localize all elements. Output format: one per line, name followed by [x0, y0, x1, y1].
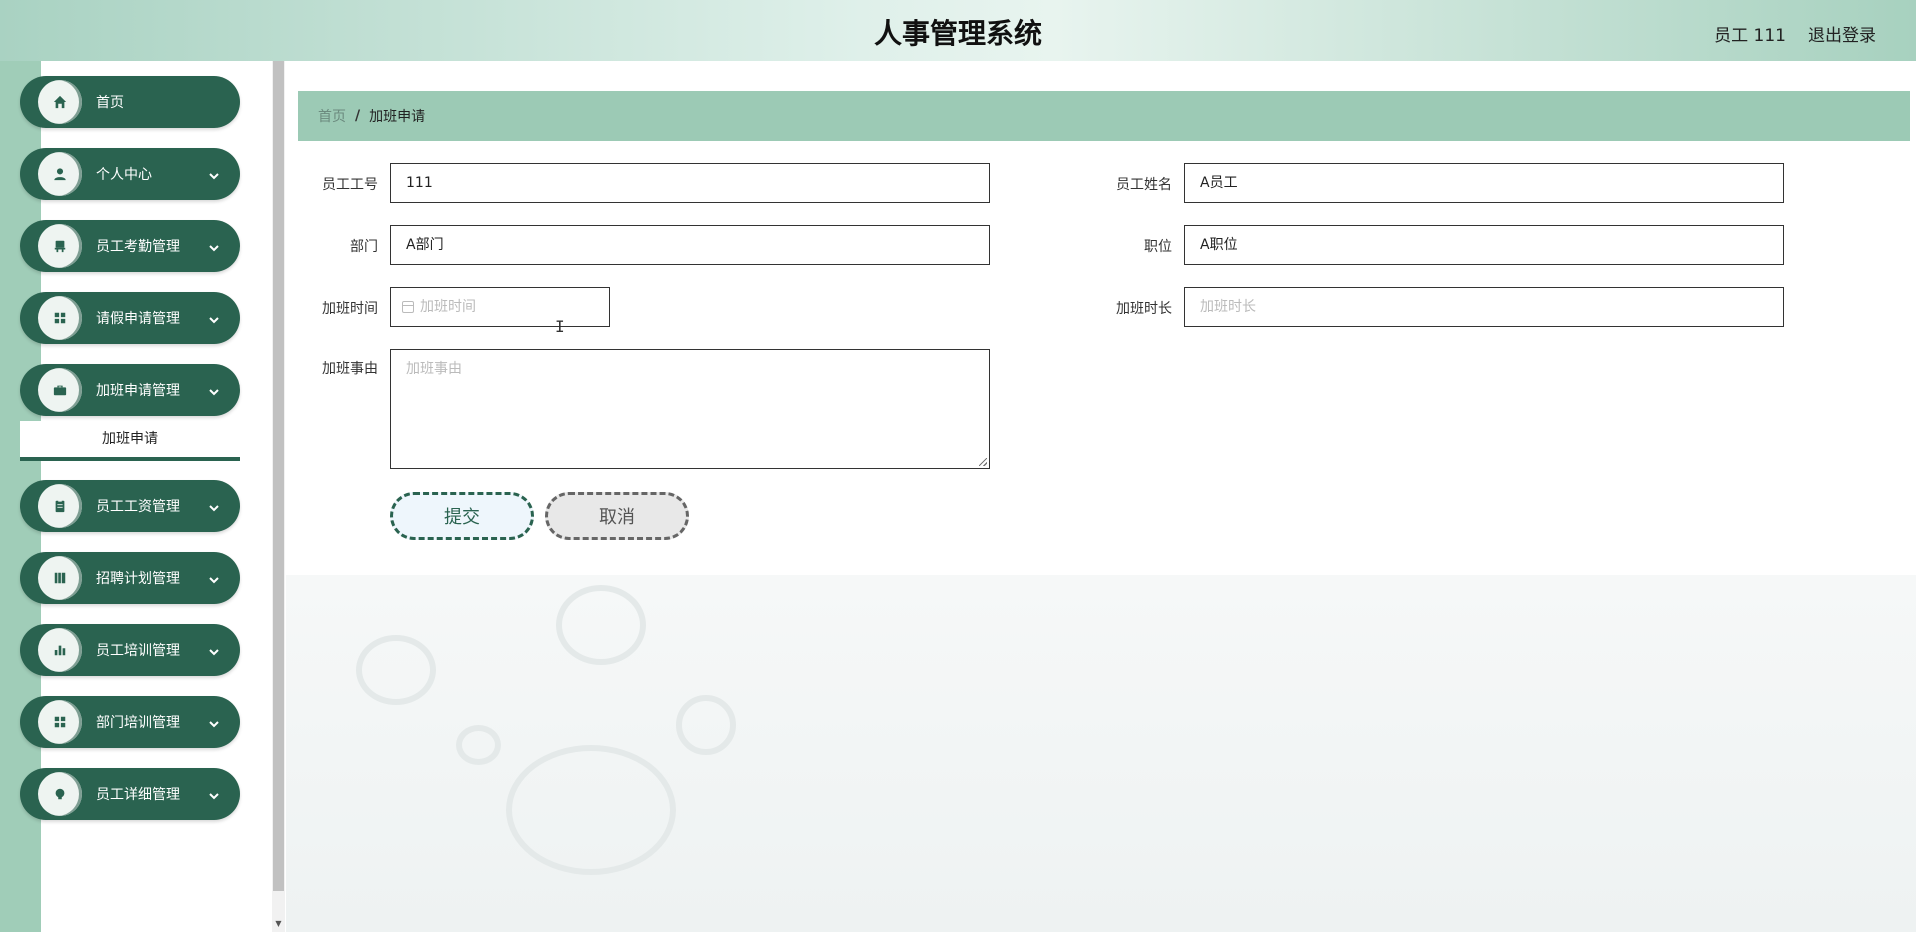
overtime-time-picker[interactable]: 加班时间	[390, 287, 610, 327]
department-field[interactable]: A部门	[390, 225, 990, 265]
sidebar-item-label: 员工考勤管理	[96, 239, 180, 255]
position-field[interactable]: A职位	[1184, 225, 1784, 265]
overtime-duration-label: 加班时长	[1116, 301, 1172, 317]
position-label: 职位	[1144, 239, 1172, 255]
overtime-duration-field[interactable]: 加班时长	[1184, 287, 1784, 327]
briefcase-icon	[38, 368, 82, 412]
sidebar-item-label: 招聘计划管理	[96, 571, 180, 587]
overtime-reason-label: 加班事由	[322, 361, 378, 377]
logout-link[interactable]: 退出登录	[1808, 21, 1876, 46]
sidebar-scrollbar-thumb[interactable]	[273, 61, 284, 891]
chair-icon	[38, 224, 82, 268]
sidebar-item-overtime[interactable]: 加班申请管理	[20, 364, 240, 416]
scroll-down-arrow[interactable]: ▼	[273, 918, 284, 930]
chevron-down-icon	[208, 787, 222, 801]
water-drop-decoration	[506, 745, 676, 875]
overtime-reason-placeholder: 加班事由	[406, 361, 462, 377]
sidebar-item-label: 员工详细管理	[96, 787, 180, 803]
bar-chart-icon	[38, 628, 82, 672]
sidebar-item-label: 加班申请管理	[96, 383, 180, 399]
sidebar-item-employee-details[interactable]: 员工详细管理	[20, 768, 240, 820]
submenu-overtime-apply[interactable]: 加班申请	[20, 421, 240, 461]
sidebar-item-label: 个人中心	[96, 167, 152, 183]
resize-grip-icon[interactable]	[979, 458, 987, 466]
text-cursor-icon: I	[555, 317, 565, 336]
chevron-down-icon	[208, 571, 222, 585]
water-drop-decoration	[556, 585, 646, 665]
chevron-down-icon	[208, 239, 222, 253]
breadcrumb-home[interactable]: 首页	[318, 106, 346, 126]
chevron-down-icon	[208, 715, 222, 729]
cancel-button[interactable]: 取消	[545, 492, 689, 540]
employee-id-field[interactable]: 111	[390, 163, 990, 203]
background-decoration	[286, 575, 1916, 932]
sidebar-item-label: 部门培训管理	[96, 715, 180, 731]
department-label: 部门	[350, 239, 378, 255]
sidebar-item-salary[interactable]: 员工工资管理	[20, 480, 240, 532]
sidebar-item-personal-center[interactable]: 个人中心	[20, 148, 240, 200]
breadcrumb-separator: /	[355, 108, 361, 124]
sidebar-item-department-training[interactable]: 部门培训管理	[20, 696, 240, 748]
sidebar-item-label: 员工工资管理	[96, 499, 180, 515]
sidebar-item-attendance[interactable]: 员工考勤管理	[20, 220, 240, 272]
sidebar-item-recruitment[interactable]: 招聘计划管理	[20, 552, 240, 604]
current-user: 员工 111	[1714, 26, 1786, 46]
submit-button[interactable]: 提交	[390, 492, 534, 540]
sidebar-item-label: 首页	[96, 95, 124, 111]
water-drop-decoration	[456, 725, 501, 765]
sidebar-item-label: 员工培训管理	[96, 643, 180, 659]
book-icon	[38, 556, 82, 600]
employee-name-label: 员工姓名	[1116, 177, 1172, 193]
chevron-down-icon	[208, 383, 222, 397]
water-drop-decoration	[356, 635, 436, 705]
overtime-time-placeholder: 加班时间	[420, 299, 476, 315]
grid-icon	[38, 296, 82, 340]
sidebar-item-leave[interactable]: 请假申请管理	[20, 292, 240, 344]
overtime-time-label: 加班时间	[322, 301, 378, 317]
calendar-icon	[402, 301, 414, 313]
chevron-down-icon	[208, 167, 222, 181]
app-title: 人事管理系统	[873, 17, 1042, 50]
breadcrumb-current: 加班申请	[369, 109, 426, 125]
chevron-down-icon	[208, 499, 222, 513]
breadcrumb: 首页 / 加班申请	[298, 91, 1910, 141]
sidebar-item-label: 请假申请管理	[96, 311, 180, 327]
grid-icon	[38, 700, 82, 744]
chevron-down-icon	[208, 311, 222, 325]
overtime-reason-textarea[interactable]: 加班事由	[390, 349, 990, 469]
sidebar-item-employee-training[interactable]: 员工培训管理	[20, 624, 240, 676]
sidebar-item-home[interactable]: 首页	[20, 76, 240, 128]
water-drop-decoration	[676, 695, 736, 755]
employee-id-label: 员工工号	[322, 177, 378, 193]
bulb-icon	[38, 772, 82, 816]
home-icon	[38, 80, 82, 124]
clipboard-icon	[38, 484, 82, 528]
chevron-down-icon	[208, 643, 222, 657]
person-icon	[38, 152, 82, 196]
employee-name-field[interactable]: A员工	[1184, 163, 1784, 203]
app-header: 人事管理系统 员工 111 退出登录	[0, 0, 1916, 61]
